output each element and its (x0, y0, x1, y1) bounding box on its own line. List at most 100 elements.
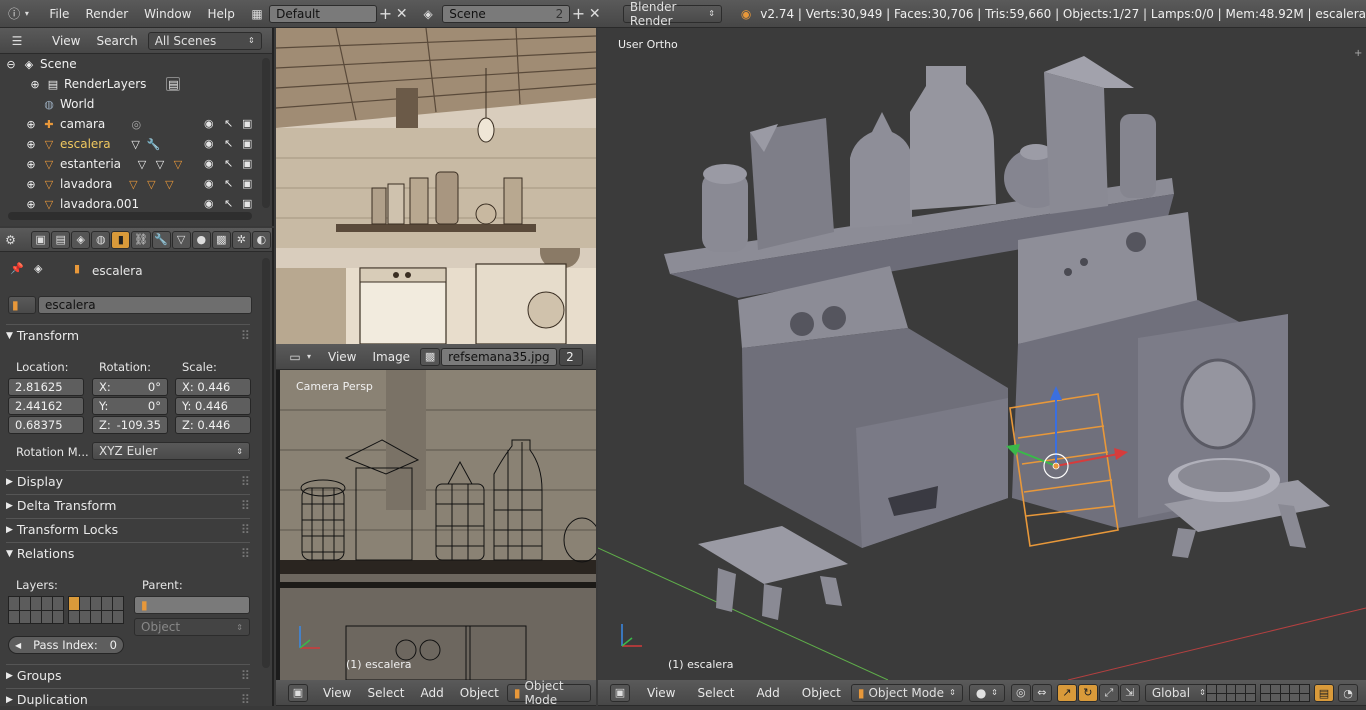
expand-icon[interactable]: ⊕ (24, 117, 38, 131)
render-camera-icon[interactable]: ▣ (242, 177, 252, 190)
outliner-item-world[interactable]: ◍ World (42, 94, 262, 114)
location-x-field[interactable]: 2.81625 (8, 378, 84, 396)
select-arrow-icon[interactable]: ↖ (224, 117, 233, 130)
data-tab-icon[interactable]: ▽ (171, 230, 191, 249)
expand-icon[interactable]: ⊕ (24, 137, 38, 151)
scale-y-field[interactable]: Y: 0.446 (175, 397, 251, 415)
scene-icon[interactable]: ◈ (420, 5, 436, 23)
object-tab-icon[interactable]: ▮ (111, 230, 131, 249)
view3d-editor-icon[interactable]: ▣ (288, 683, 308, 702)
add-screen-icon[interactable]: + (377, 4, 393, 23)
outliner-menu-search[interactable]: Search (88, 34, 145, 48)
render-camera-icon[interactable]: ▣ (242, 117, 252, 130)
image-menu-view[interactable]: View (320, 350, 364, 364)
image-users-field[interactable]: 2 (559, 347, 584, 366)
world-tab-icon[interactable]: ◍ (91, 230, 111, 249)
parent-field[interactable]: ▮ (134, 596, 250, 614)
expand-icon[interactable]: ⊕ (28, 77, 42, 91)
layer-grid-right[interactable] (68, 596, 124, 624)
lock-camera-layers-icon[interactable]: ▤ (1314, 684, 1334, 702)
editor-dropdown-icon[interactable]: ▾ (22, 5, 31, 23)
render-preview-icon[interactable]: ◔ (1338, 684, 1358, 702)
main-menu-add[interactable]: Add (749, 686, 788, 700)
physics-tab-icon[interactable]: ◐ (251, 230, 272, 249)
select-arrow-icon[interactable]: ↖ (224, 137, 233, 150)
drag-grip-icon[interactable]: ⠿ (241, 498, 250, 513)
image-name-field[interactable]: refsemana35.jpg (441, 347, 558, 366)
visibility-eye-icon[interactable]: ◉ (204, 137, 214, 150)
remove-screen-icon[interactable]: ✕ (394, 5, 410, 23)
rotation-mode-dropdown[interactable]: XYZ Euler ⇕ (92, 442, 250, 460)
properties-editor-icon[interactable]: ⚙ (2, 231, 19, 249)
panel-groups[interactable]: ▶ Groups ⠿ (6, 664, 250, 686)
modifiers-tab-icon[interactable]: 🔧 (151, 230, 171, 249)
collapse-icon[interactable]: ⊖ (4, 57, 18, 71)
rotate-manipulator-icon[interactable]: ↻ (1077, 683, 1098, 702)
pass-index-arrow-left-icon[interactable]: ◀ (15, 641, 21, 650)
render-camera-icon[interactable]: ▣ (242, 137, 252, 150)
screen-layout-field[interactable]: Default (269, 4, 378, 23)
menu-render[interactable]: Render (77, 7, 136, 21)
viewport-shading-dropdown[interactable]: ● ⇕ (968, 683, 1005, 702)
view3d-editor-icon[interactable]: ▣ (610, 683, 630, 702)
layer-buttons-right[interactable] (1260, 684, 1310, 702)
select-arrow-icon[interactable]: ↖ (224, 177, 233, 190)
outliner-hscrollbar[interactable] (8, 212, 252, 220)
camera-viewport[interactable]: Camera Persp (1) escalera (276, 370, 596, 680)
drag-grip-icon[interactable]: ⠿ (241, 546, 250, 561)
constraints-tab-icon[interactable]: ⛓ (131, 230, 151, 249)
expand-icon[interactable]: ⊕ (24, 157, 38, 171)
info-editor-icon[interactable]: ⓘ (6, 5, 22, 23)
image-menu-image[interactable]: Image (364, 350, 418, 364)
editor-dropdown-icon[interactable]: ▾ (304, 348, 314, 366)
layer-grid-left[interactable] (8, 596, 64, 624)
render-engine-dropdown[interactable]: Blender Render ⇕ (622, 0, 722, 28)
expand-icon[interactable]: ⊕ (24, 177, 38, 191)
rotation-z-field[interactable]: Z: -109.35 (92, 416, 168, 434)
add-scene-icon[interactable]: + (570, 4, 586, 23)
drag-grip-icon[interactable]: ⠿ (241, 668, 250, 683)
layer-buttons-left[interactable] (1206, 684, 1256, 702)
visibility-eye-icon[interactable]: ◉ (204, 197, 214, 210)
rotation-y-field[interactable]: Y: 0° (92, 397, 168, 415)
scale-z-field[interactable]: Z: 0.446 (175, 416, 251, 434)
outliner-scrollbar[interactable] (262, 58, 270, 208)
drag-grip-icon[interactable]: ⠿ (241, 328, 250, 343)
menu-help[interactable]: Help (200, 7, 243, 21)
panel-display[interactable]: ▶ Display ⠿ (6, 470, 250, 492)
scale-x-field[interactable]: X: 0.446 (175, 378, 251, 396)
scene-field[interactable]: Scene 2 (442, 4, 571, 23)
visibility-eye-icon[interactable]: ◉ (204, 117, 214, 130)
pivot-point-icon[interactable]: ◎ (1010, 683, 1031, 702)
scale-manipulator-icon[interactable]: ⤢ (1098, 683, 1119, 702)
area-split-plus-icon[interactable]: + (1354, 48, 1362, 59)
panel-duplication[interactable]: ▶ Duplication ⠿ (6, 688, 250, 710)
main-mode-dropdown[interactable]: ▮ Object Mode ⇕ (850, 683, 963, 702)
camera-menu-object[interactable]: Object (452, 686, 507, 700)
outliner-menu-view[interactable]: View (44, 34, 88, 48)
panel-transform[interactable]: ▼ Transform ⠿ (6, 324, 250, 346)
texture-tab-icon[interactable]: ▩ (211, 230, 231, 249)
render-camera-icon[interactable]: ▣ (242, 197, 252, 210)
pin-icon[interactable]: 📌 (10, 262, 24, 275)
menu-file[interactable]: File (41, 7, 77, 21)
camera-mode-dropdown[interactable]: ▮ Object Mode (506, 679, 591, 707)
outliner-editor-icon[interactable]: ☰ (8, 32, 26, 50)
pass-index-field[interactable]: ◀ Pass Index: 0 (8, 636, 124, 654)
main-menu-select[interactable]: Select (689, 686, 742, 700)
expand-icon[interactable]: ⊕ (24, 197, 38, 211)
outliner-item-scene[interactable]: ⊖ ◈ Scene (4, 54, 260, 74)
panel-delta-transform[interactable]: ▶ Delta Transform ⠿ (6, 494, 250, 516)
transform-orientation-dropdown[interactable]: Global ⇕ (1144, 683, 1213, 702)
transform-orientation-icon[interactable]: ⇲ (1119, 683, 1140, 702)
main-viewport[interactable]: User Ortho (1) escalera + (598, 28, 1366, 680)
panel-transform-locks[interactable]: ▶ Transform Locks ⠿ (6, 518, 250, 540)
translate-manipulator-icon[interactable]: ↗ (1056, 683, 1077, 702)
properties-scrollbar[interactable] (262, 258, 270, 668)
select-arrow-icon[interactable]: ↖ (224, 157, 233, 170)
location-z-field[interactable]: 0.68375 (8, 416, 84, 434)
select-arrow-icon[interactable]: ↖ (224, 197, 233, 210)
render-camera-icon[interactable]: ▣ (242, 157, 252, 170)
image-browse-icon[interactable]: ▩ (420, 347, 441, 366)
main-menu-object[interactable]: Object (794, 686, 849, 700)
